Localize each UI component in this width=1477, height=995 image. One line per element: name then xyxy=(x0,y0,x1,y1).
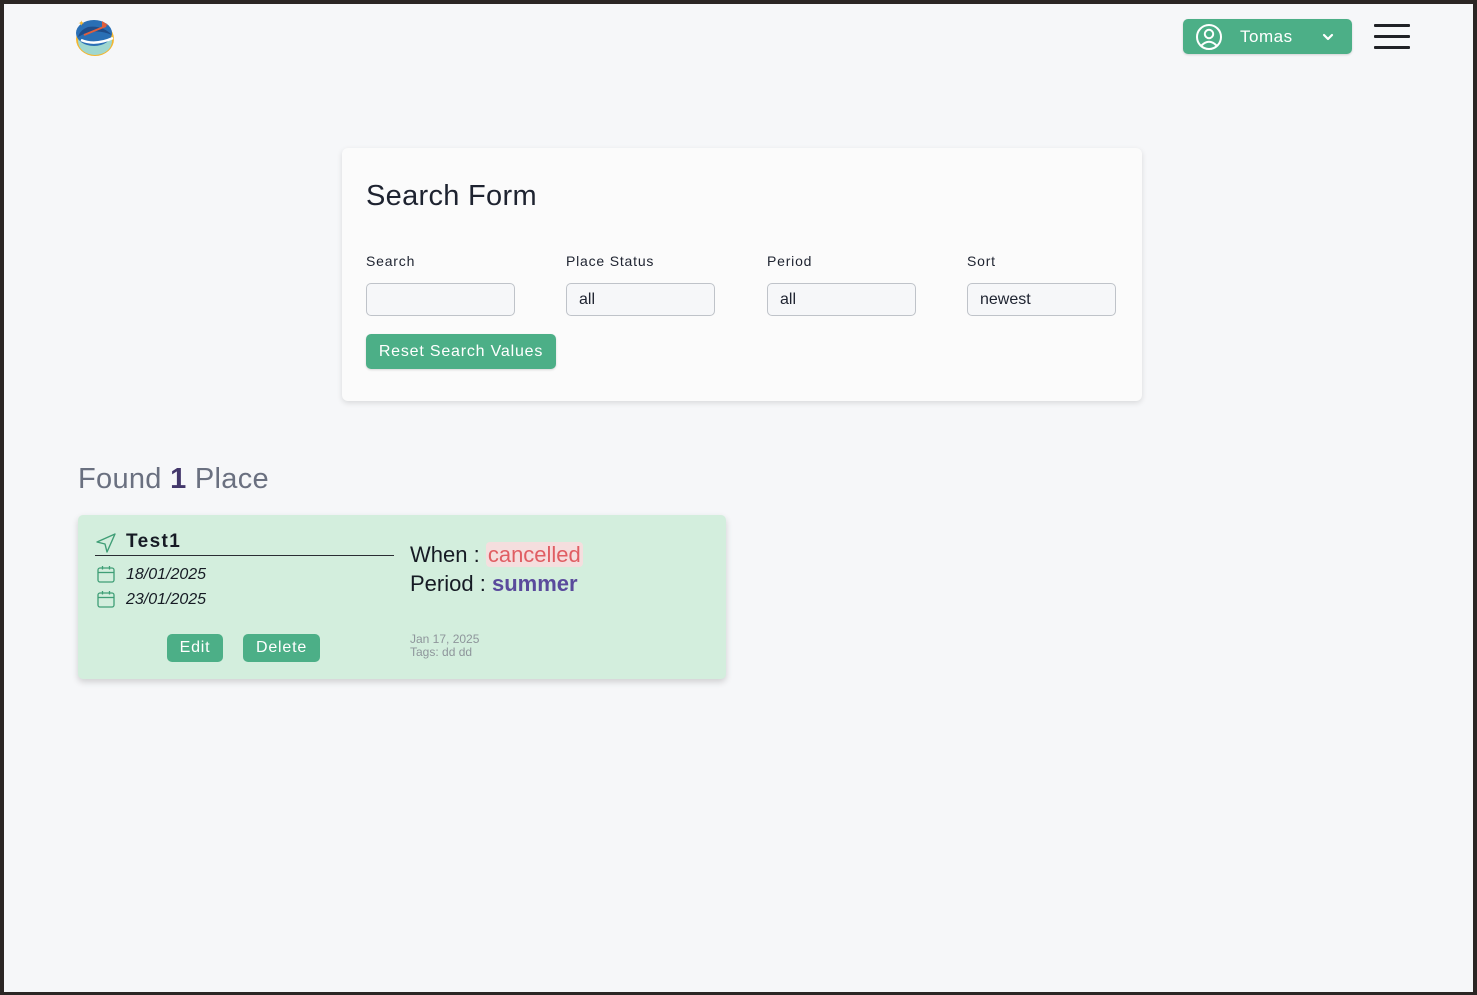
app-logo[interactable]: ✦ xyxy=(72,13,118,59)
results-prefix: Found xyxy=(78,463,162,495)
user-name: Tomas xyxy=(1240,26,1293,46)
chevron-down-icon xyxy=(1322,31,1334,43)
place-card: Test1 18/01/2025 23/01/2025 Edit Delete … xyxy=(78,515,726,679)
tags: Tags: dd dd xyxy=(410,645,473,659)
status-badge: cancelled xyxy=(485,542,583,567)
delete-button[interactable]: Delete xyxy=(243,634,320,662)
period-select[interactable]: all xyxy=(767,283,916,316)
user-circle-icon xyxy=(1195,23,1223,51)
when-label: When : xyxy=(410,542,480,567)
sort-select[interactable]: newest xyxy=(967,283,1116,316)
start-date: 18/01/2025 xyxy=(126,566,207,583)
hamburger-line xyxy=(1374,24,1410,27)
period-label: Period : xyxy=(410,571,486,596)
period-value: summer xyxy=(491,571,578,596)
page: ✦ Tomas Search Form Search Place Status xyxy=(4,4,1473,992)
search-form-card: Search Form Search Place Status all Peri… xyxy=(342,148,1142,401)
calendar-icon xyxy=(96,564,116,584)
hamburger-menu-icon[interactable] xyxy=(1374,24,1410,50)
search-input[interactable] xyxy=(366,283,515,316)
when-line: When : cancelled xyxy=(410,542,583,568)
search-form-title: Search Form xyxy=(366,180,537,212)
place-name: Test1 xyxy=(126,531,182,552)
results-count: 1 xyxy=(170,463,187,495)
svg-text:✦: ✦ xyxy=(78,19,85,28)
reset-search-button[interactable]: Reset Search Values xyxy=(366,334,556,369)
end-date: 23/01/2025 xyxy=(126,591,207,608)
user-menu-button[interactable]: Tomas xyxy=(1183,19,1352,54)
search-label: Search xyxy=(366,253,416,269)
place-status-label: Place Status xyxy=(566,253,655,269)
navigation-arrow-icon xyxy=(95,532,117,554)
sort-label: Sort xyxy=(967,253,996,269)
period-line: Period : summer xyxy=(410,571,578,597)
calendar-icon xyxy=(96,589,116,609)
edit-button[interactable]: Edit xyxy=(167,634,223,662)
period-label: Period xyxy=(767,253,813,269)
hamburger-line xyxy=(1374,35,1410,38)
place-status-select[interactable]: all xyxy=(566,283,715,316)
hamburger-line xyxy=(1374,46,1410,49)
results-heading: Found 1 Place xyxy=(78,463,269,496)
results-suffix: Place xyxy=(194,463,269,495)
divider xyxy=(95,555,394,556)
